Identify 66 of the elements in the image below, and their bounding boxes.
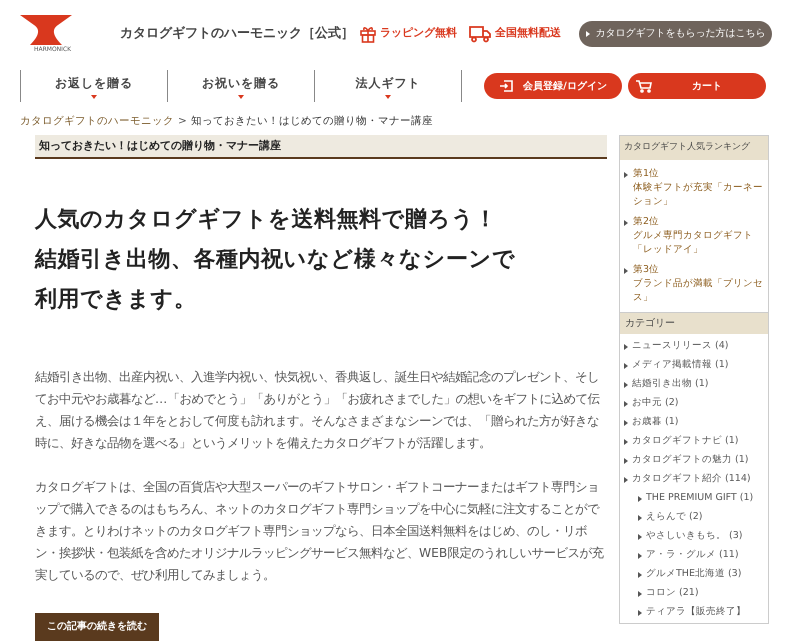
- triangle-bullet-icon: [638, 572, 642, 578]
- feature-label: ラッピング無料: [380, 25, 457, 42]
- ranking-position: 第3位: [633, 262, 660, 277]
- triangle-bullet-icon: [638, 552, 642, 559]
- category-link[interactable]: お歳暮 (1): [632, 414, 678, 428]
- triangle-bullet-icon: [638, 590, 642, 597]
- category-link[interactable]: ティアラ【販売終了】: [646, 604, 746, 618]
- triangle-bullet-icon: [624, 382, 628, 388]
- truck-icon: [469, 24, 491, 42]
- triangle-bullet-icon: [638, 514, 642, 521]
- ranking-position: 第2位: [633, 214, 660, 229]
- triangle-bullet-icon: [638, 534, 642, 540]
- category-link[interactable]: やさしいきもち。 (3): [646, 528, 742, 542]
- triangle-bullet-icon: [624, 400, 628, 407]
- triangle-bullet-icon: [624, 458, 628, 464]
- category-link[interactable]: カタログギフトの魅力 (1): [632, 452, 748, 466]
- triangle-bullet-icon: [624, 420, 628, 426]
- category-link[interactable]: お中元 (2): [632, 396, 678, 409]
- category-link[interactable]: ニュースリリース (4): [632, 338, 728, 352]
- category-link[interactable]: コロン (21): [646, 586, 699, 599]
- category-link[interactable]: ア・ラ・グルメ (11): [646, 548, 739, 561]
- sidebar-heading: カタログギフト人気ランキング: [620, 136, 768, 160]
- article-paragraph: カタログギフトは、全国の百貨店や大型スーパーのギフトサロン・ギフトコーナーまたはギフト専門ショップで購入できるのはもちろん、ネットのカタログギフト専門ショップを中心に気軽に注文することができます。とりわけネットのカタログギフト専門ショップなら、日本全国送料無料をはじめ、のし・リボン・挨拶状・包装紙を含めたオリジナルラッピングサービス無料など、WEB限定のうれしいサービスが充実しているので、ぜひ利用してみましょう。: [35, 478, 605, 584]
- sidebar-heading: カテゴリー: [620, 312, 768, 334]
- category-link[interactable]: カタログギフトナビ (1): [632, 434, 738, 447]
- recipient-button[interactable]: カタログギフトをもらった方はこちら: [579, 20, 772, 46]
- ranking-link[interactable]: ブランド品が満載「プリンセス」: [633, 276, 764, 305]
- feature-label: 全国無料配送: [495, 25, 561, 42]
- triangle-bullet-icon: [624, 172, 628, 178]
- article-paragraph: 結婚引き出物、出産内祝い、入進学内祝い、快気祝い、香典返し、誕生日や結婚記念のプレゼント、そしてお中元やお歳暮など…「おめでとう」「ありがとう」「お疲れさまでした」の想いをギフトに込めて伝え、届ける機会は１年をとおして何度も訪れます。そんなさまざまなシーンでは、「贈られた方が好きな時に、好きな品物を選べる」というメリットを備えたカタログギフトが活躍します。: [35, 368, 600, 452]
- triangle-bullet-icon: [624, 268, 628, 274]
- triangle-bullet-icon: [624, 362, 628, 369]
- triangle-bullet-icon: [638, 610, 642, 616]
- ranking-link[interactable]: グルメ専門カタログギフト「レッドアイ」: [633, 228, 764, 257]
- article-heading: 人気のカタログギフトを送料無料で贈ろう！ 結婚引き出物、各種内祝いなど様々なシーンで 利用できます。: [35, 204, 516, 314]
- site-title: カタログギフトのハーモニック［公式］: [120, 24, 355, 43]
- read-more-button[interactable]: この記事の続きを読む: [35, 612, 159, 641]
- category-link[interactable]: えらんで (2): [646, 510, 702, 523]
- gift-icon: [360, 24, 376, 42]
- category-link[interactable]: カタログギフト紹介 (114): [632, 472, 751, 485]
- triangle-bullet-icon: [624, 476, 628, 483]
- ranking-position: 第1位: [633, 166, 660, 181]
- nav-link[interactable]: お返しを贈る: [55, 74, 133, 92]
- caret-icon: [91, 94, 97, 98]
- breadcrumb-current: 知っておきたい！はじめての贈り物・マナー講座: [190, 114, 433, 129]
- triangle-bullet-icon: [638, 496, 642, 502]
- category-link[interactable]: メディア掲載情報 (1): [632, 358, 728, 371]
- cart-icon: [636, 80, 652, 92]
- category-link[interactable]: 結婚引き出物 (1): [632, 376, 708, 390]
- login-button[interactable]: 会員登録/ログイン: [484, 73, 622, 99]
- category-link[interactable]: THE PREMIUM GIFT (1): [646, 490, 754, 504]
- triangle-bullet-icon: [624, 438, 628, 445]
- ranking-link[interactable]: 体験ギフトが充実「カーネーション」: [633, 180, 764, 209]
- caret-icon: [385, 94, 391, 98]
- login-icon: [499, 80, 514, 92]
- triangle-icon: [586, 30, 590, 36]
- triangle-bullet-icon: [624, 344, 628, 350]
- caret-icon: [238, 94, 244, 98]
- nav-link[interactable]: 法人ギフト: [356, 74, 420, 92]
- cart-button[interactable]: カート: [628, 73, 766, 99]
- breadcrumb-separator: >: [178, 114, 187, 129]
- breadcrumb-link[interactable]: カタログギフトのハーモニック: [20, 114, 174, 130]
- category-link[interactable]: グルメTHE北海道 (3): [646, 566, 742, 580]
- nav-link[interactable]: お祝いを贈る: [202, 74, 280, 92]
- category-title-bar: 知っておきたい！はじめての贈り物・マナー講座: [35, 134, 607, 159]
- triangle-bullet-icon: [624, 220, 628, 226]
